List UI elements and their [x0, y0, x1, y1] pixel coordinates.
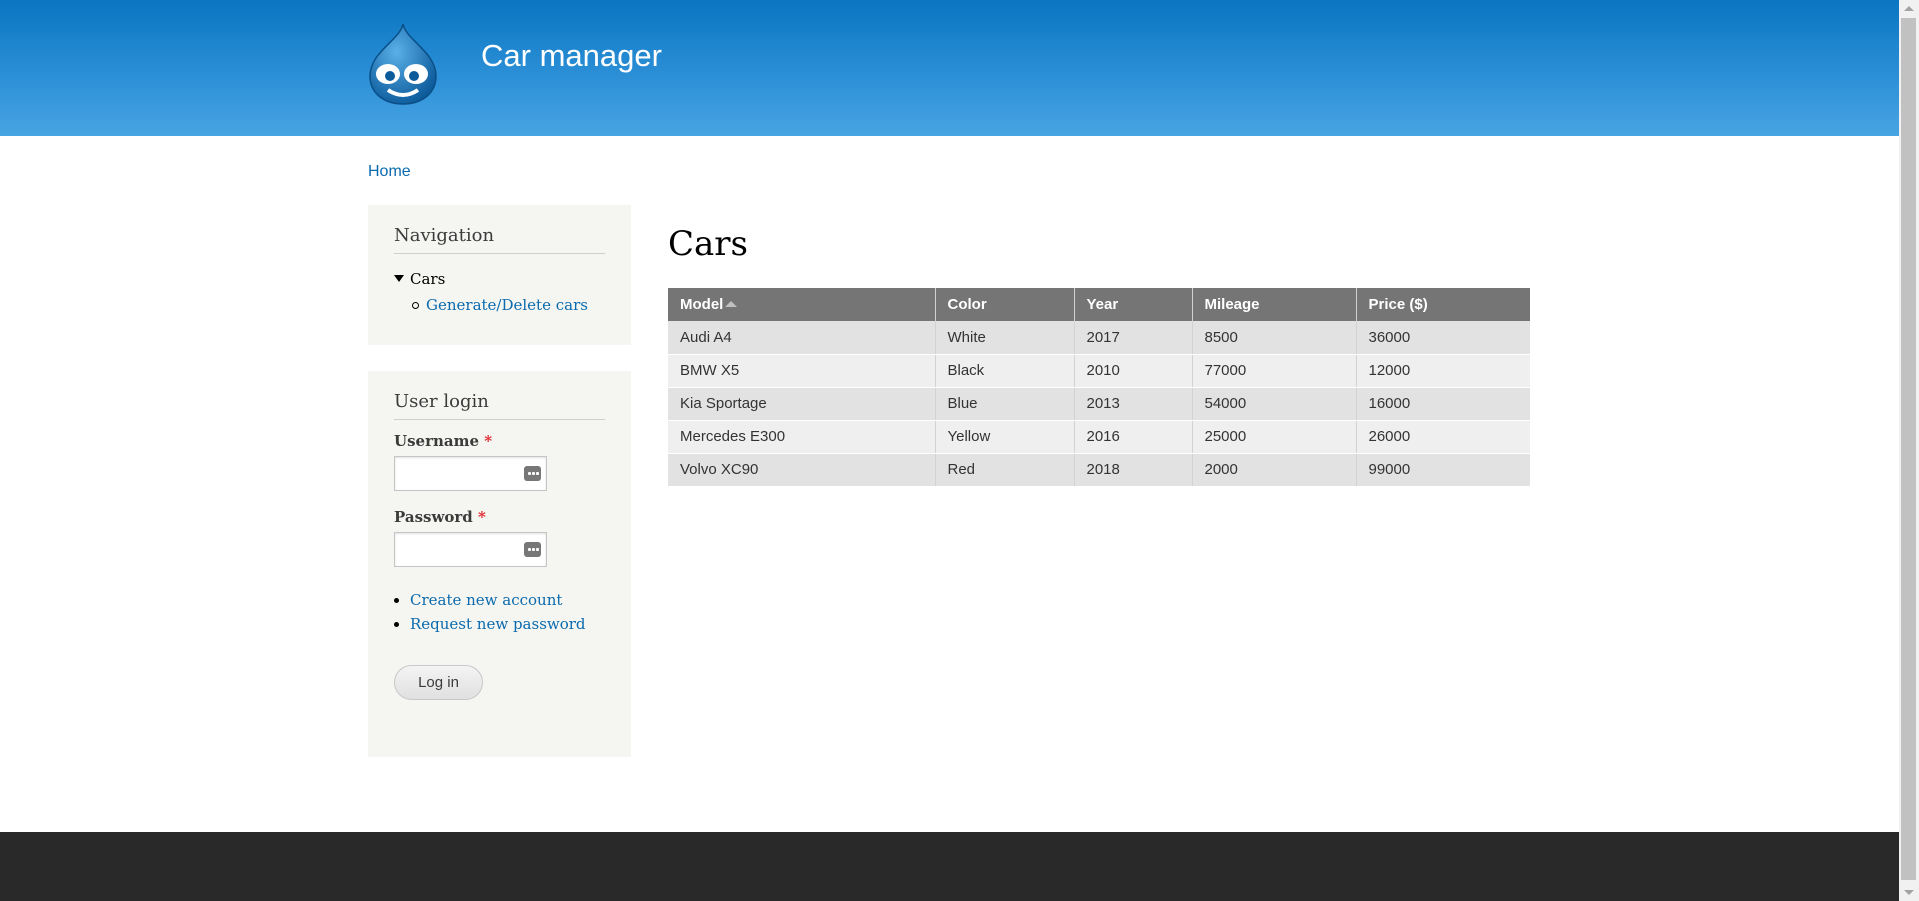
password-label: Password *: [394, 508, 605, 526]
table-cell: 99000: [1356, 453, 1530, 487]
sort-ascending-icon: [725, 301, 738, 307]
table-row: Kia Sportage Blue 2013 54000 16000: [668, 387, 1530, 421]
scroll-down-arrow-icon[interactable]: [1904, 890, 1914, 895]
column-header-model[interactable]: Model: [668, 288, 936, 321]
table-cell: BMW X5: [668, 354, 936, 388]
nav-item-cars-label: Cars: [410, 270, 446, 288]
column-header-year[interactable]: Year: [1074, 288, 1193, 321]
page-title: Cars: [668, 224, 748, 264]
column-header-mileage[interactable]: Mileage: [1192, 288, 1357, 321]
table-cell: Blue: [935, 387, 1075, 421]
create-account-link[interactable]: Create new account: [410, 591, 562, 609]
password-label-text: Password: [394, 508, 473, 526]
site-header: Car manager: [0, 0, 1899, 136]
drupal-drop-icon[interactable]: [366, 22, 440, 106]
table-cell: 2000: [1192, 453, 1357, 487]
generate-delete-cars-link[interactable]: Generate/Delete cars: [426, 296, 588, 314]
table-cell: 25000: [1192, 420, 1357, 454]
user-login-title: User login: [394, 391, 605, 420]
nav-item-cars[interactable]: Cars: [394, 270, 605, 288]
password-manager-icon[interactable]: [524, 542, 541, 557]
table-cell: 2013: [1074, 387, 1193, 421]
table-cell: 2017: [1074, 321, 1193, 355]
login-links: Create new account Request new password: [394, 591, 605, 633]
scrollbar-thumb[interactable]: [1901, 18, 1916, 880]
table-cell: White: [935, 321, 1075, 355]
user-login-block: User login Username * Password * • Creat…: [368, 371, 631, 757]
column-header-color[interactable]: Color: [935, 288, 1075, 321]
expanded-triangle-icon: [394, 275, 404, 282]
password-manager-icon[interactable]: [524, 466, 541, 481]
table-cell: Black: [935, 354, 1075, 388]
circle-bullet-icon: [412, 302, 419, 309]
breadcrumb-home[interactable]: Home: [368, 163, 411, 181]
column-header-label: Model: [680, 296, 724, 313]
table-row: BMW X5 Black 2010 77000 12000: [668, 354, 1530, 388]
nav-item-generate-delete: Generate/Delete cars: [394, 296, 605, 314]
vertical-scrollbar[interactable]: [1899, 0, 1919, 901]
table-cell: 54000: [1192, 387, 1357, 421]
log-in-button[interactable]: Log in: [394, 665, 483, 700]
username-input[interactable]: [395, 457, 527, 488]
table-cell: Volvo XC90: [668, 453, 936, 487]
scroll-up-arrow-icon[interactable]: [1904, 6, 1914, 11]
required-mark: *: [478, 508, 486, 526]
table-row: Volvo XC90 Red 2018 2000 99000: [668, 453, 1530, 487]
page: Car manager Home Navigation Cars Generat…: [0, 0, 1899, 901]
table-cell: 16000: [1356, 387, 1530, 421]
table-cell: 36000: [1356, 321, 1530, 355]
username-label: Username *: [394, 432, 605, 450]
username-group: Username *: [394, 432, 605, 491]
username-label-text: Username: [394, 432, 480, 450]
table-row: Mercedes E300 Yellow 2016 25000 26000: [668, 420, 1530, 454]
request-password-link[interactable]: Request new password: [410, 615, 586, 633]
required-mark: *: [484, 432, 493, 450]
site-name-link[interactable]: Car manager: [481, 38, 662, 74]
table-cell: Yellow: [935, 420, 1075, 454]
table-cell: Kia Sportage: [668, 387, 936, 421]
table-header-row: Model Color Year Mileage Price ($): [668, 288, 1530, 321]
table-cell: 2018: [1074, 453, 1193, 487]
cars-table: Model Color Year Mileage Price ($) Audi …: [668, 288, 1530, 487]
table-cell: 2010: [1074, 354, 1193, 388]
table-cell: 12000: [1356, 354, 1530, 388]
list-item: Create new account: [410, 591, 605, 609]
table-cell: 2016: [1074, 420, 1193, 454]
username-field: [394, 456, 547, 491]
table-cell: Mercedes E300: [668, 420, 936, 454]
column-header-price[interactable]: Price ($): [1356, 288, 1530, 321]
navigation-block: Navigation Cars Generate/Delete cars: [368, 205, 631, 345]
password-field: [394, 532, 547, 567]
password-group: Password *: [394, 508, 605, 567]
table-row: Audi A4 White 2017 8500 36000: [668, 321, 1530, 355]
table-cell: Audi A4: [668, 321, 936, 355]
table-cell: 26000: [1356, 420, 1530, 454]
nav-tree: Cars Generate/Delete cars: [394, 270, 605, 314]
site-footer: [0, 832, 1899, 901]
list-item: Request new password: [410, 615, 605, 633]
navigation-title: Navigation: [394, 225, 605, 254]
table-cell: Red: [935, 453, 1075, 487]
password-input[interactable]: [395, 533, 527, 564]
table-cell: 8500: [1192, 321, 1357, 355]
table-cell: 77000: [1192, 354, 1357, 388]
